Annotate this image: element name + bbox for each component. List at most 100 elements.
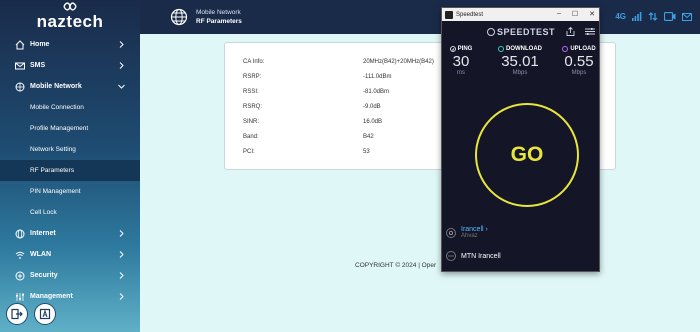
rf-row-ca-info: CA Info: 20MHz(B42)+20MHz(B42) xyxy=(243,59,434,65)
sidebar-item-sms[interactable]: SMS xyxy=(0,55,140,76)
rf-row-sinr: SINR: 16.0dB xyxy=(243,119,382,125)
rf-row-band: Band: B42 xyxy=(243,134,374,140)
breadcrumb-parent[interactable]: Mobile Network xyxy=(196,9,241,16)
download-unit: Mbps xyxy=(512,70,528,76)
sidebar-item-profile-management[interactable]: Profile Management xyxy=(0,118,140,139)
sidebar-item-label: Cell Lock xyxy=(30,209,57,216)
ping-label: PING xyxy=(457,46,473,52)
provider-location: Ahvaz xyxy=(461,233,478,239)
provider-name-text: Irancell xyxy=(461,226,484,233)
sidebar-item-mobile-network[interactable]: Mobile Network xyxy=(0,76,140,97)
chevron-right-icon xyxy=(119,251,124,258)
sidebar-item-rf-parameters[interactable]: RF Parameters xyxy=(0,160,140,181)
sliders-icon xyxy=(14,291,25,302)
rf-label: CA Info: xyxy=(243,59,265,65)
chevron-right-icon xyxy=(119,293,124,300)
sidebar-item-label: Network Setting xyxy=(30,146,76,153)
page-title: RF Parameters xyxy=(196,18,242,25)
language-button[interactable] xyxy=(34,303,56,325)
sidebar-item-pin-management[interactable]: PIN Management xyxy=(0,181,140,202)
provider-info[interactable]: Irancell › Ahvaz xyxy=(446,226,488,239)
rf-label: RSRQ: xyxy=(243,104,263,110)
rf-value: 20MHz(B42)+20MHz(B42) xyxy=(363,59,434,65)
speedtest-window: Speedtest – ☐ ✕ SPEEDTEST PING 30 ms DOW… xyxy=(441,7,600,272)
rf-value: B42 xyxy=(363,134,374,140)
shield-icon xyxy=(14,270,25,281)
rf-value: 16.0dB xyxy=(363,119,383,125)
rf-value: -111.0dBm xyxy=(363,74,392,80)
sidebar-item-label: Mobile Network xyxy=(30,83,82,90)
sidebar-item-label: RF Parameters xyxy=(30,167,75,174)
speedometer-icon xyxy=(487,28,495,36)
speedtest-header: SPEEDTEST xyxy=(442,21,599,43)
rf-value: -81.0dBm xyxy=(363,89,390,95)
language-icon xyxy=(39,308,51,320)
sidebar-item-wlan[interactable]: WLAN xyxy=(0,244,140,265)
window-title: Speedtest xyxy=(456,11,484,18)
sidebar-item-network-setting[interactable]: Network Setting xyxy=(0,139,140,160)
ping-metric: PING 30 ms xyxy=(444,46,478,76)
download-label: DOWNLOAD xyxy=(506,46,542,52)
chevron-right-icon xyxy=(119,41,124,48)
logout-icon xyxy=(11,308,23,320)
sidebar-item-label: Profile Management xyxy=(30,125,89,132)
wifi-icon xyxy=(14,249,25,260)
go-button[interactable]: GO xyxy=(475,103,579,207)
chevron-right-icon xyxy=(119,62,124,69)
minimize-button[interactable]: – xyxy=(557,10,561,18)
chevron-right-icon xyxy=(119,230,124,237)
upload-value: 0.55 xyxy=(564,53,594,70)
home-icon xyxy=(14,39,25,50)
upload-label: UPLOAD xyxy=(570,46,596,52)
logout-button[interactable] xyxy=(6,303,28,325)
rf-label: RSRP: xyxy=(243,74,262,80)
mail-icon xyxy=(682,12,692,21)
speedtest-app-icon xyxy=(445,10,453,19)
window-titlebar[interactable]: Speedtest – ☐ ✕ xyxy=(442,8,599,21)
sidebar-item-label: Security xyxy=(30,272,58,279)
rf-value: 53 xyxy=(363,149,370,155)
logo-mark-icon xyxy=(63,2,77,11)
ping-value: 30 xyxy=(452,53,470,70)
rf-row-rssi: RSSI: -81.0dBm xyxy=(243,89,389,95)
sim-icon xyxy=(664,12,676,21)
close-button[interactable]: ✕ xyxy=(589,10,595,18)
rf-label: PCI: xyxy=(243,149,255,155)
globe-icon xyxy=(170,8,188,26)
ping-icon xyxy=(449,46,456,52)
server-name: MTN Irancell xyxy=(461,252,501,260)
sidebar-item-label: Mobile Connection xyxy=(30,104,84,111)
signal-icon xyxy=(632,12,642,21)
sidebar-item-label: Internet xyxy=(30,230,56,237)
sidebar-item-cell-lock[interactable]: Cell Lock xyxy=(0,202,140,223)
sidebar-item-mobile-connection[interactable]: Mobile Connection xyxy=(0,97,140,118)
sidebar-item-internet[interactable]: Internet xyxy=(0,223,140,244)
upload-unit: Mbps xyxy=(571,70,587,76)
sidebar: naztech Home SMS Mobile Network Mobile C… xyxy=(0,0,140,332)
server-info[interactable]: MTN Irancell xyxy=(446,251,501,261)
download-value: 35.01 xyxy=(501,53,539,70)
share-icon[interactable] xyxy=(566,27,575,36)
upload-icon xyxy=(562,46,569,52)
upload-metric: UPLOAD 0.55 Mbps xyxy=(558,46,600,76)
sidebar-nav: Home SMS Mobile Network Mobile Connectio… xyxy=(0,34,140,307)
sidebar-item-label: Management xyxy=(30,293,73,300)
settings-sliders-icon[interactable] xyxy=(585,27,595,36)
sidebar-item-security[interactable]: Security xyxy=(0,265,140,286)
rf-label: SINR: xyxy=(243,119,260,125)
chevron-right-icon xyxy=(119,272,124,279)
status-indicators: 4G xyxy=(615,12,692,21)
download-metric: DOWNLOAD 35.01 Mbps xyxy=(482,46,558,76)
provider-icon xyxy=(446,227,456,238)
brand-name: naztech xyxy=(36,12,104,31)
sidebar-item-label: Home xyxy=(30,41,50,48)
speedtest-logo-text: SPEEDTEST xyxy=(497,27,556,37)
sidebar-item-home[interactable]: Home xyxy=(0,34,140,55)
network-type-badge: 4G xyxy=(615,12,626,21)
brand-logo[interactable]: naztech xyxy=(0,0,140,34)
download-icon xyxy=(498,46,504,52)
sidebar-item-label: SMS xyxy=(30,62,46,69)
maximize-button[interactable]: ☐ xyxy=(572,10,578,18)
network-icon xyxy=(14,81,25,92)
server-icon xyxy=(446,251,456,261)
